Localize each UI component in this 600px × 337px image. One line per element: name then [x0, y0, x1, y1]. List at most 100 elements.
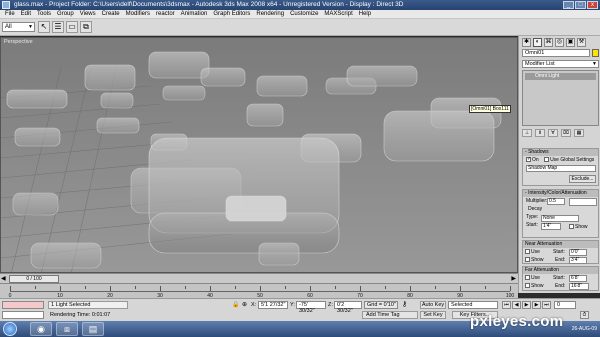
close-button[interactable]: x: [587, 1, 598, 9]
remove-modifier-icon[interactable]: ⌧: [561, 129, 571, 137]
create-tab-icon[interactable]: ✱: [522, 38, 531, 47]
far-start-spinner[interactable]: 6'8": [569, 275, 587, 282]
show-end-result-icon[interactable]: Ⅱ: [535, 129, 545, 137]
play-icon[interactable]: ▶: [522, 301, 531, 309]
goto-end-icon[interactable]: ⏭: [542, 301, 551, 309]
chrome-taskbar-icon[interactable]: ◉: [30, 322, 52, 336]
absolute-mode-icon[interactable]: ⊕: [242, 301, 247, 309]
frame-tick: [410, 286, 411, 291]
motion-tab-icon[interactable]: ◎: [555, 38, 564, 47]
modify-tab-icon[interactable]: ◐: [533, 38, 542, 47]
time-slider[interactable]: ◀ 0 / 100 ▶: [0, 273, 518, 283]
modifier-list-dropdown[interactable]: Modifier List ▼: [522, 60, 599, 68]
stack-item-omni-light[interactable]: Omni Light: [525, 73, 596, 80]
select-object-icon[interactable]: ↖: [38, 21, 50, 33]
set-key-button[interactable]: Set Key: [420, 311, 446, 319]
start-button[interactable]: [3, 322, 17, 336]
far-show-checkbox[interactable]: [525, 283, 530, 289]
frame-tick: [510, 286, 511, 291]
z-coordinate-field[interactable]: 0'2 30/32": [334, 301, 362, 314]
menu-animation[interactable]: Animation: [178, 10, 211, 18]
minimize-button[interactable]: _: [563, 1, 574, 9]
maxscript-output[interactable]: [2, 311, 44, 319]
menu-rendering[interactable]: Rendering: [253, 10, 287, 18]
frame-tick: [210, 286, 211, 291]
key-icon[interactable]: ⚷: [402, 301, 407, 309]
frame-tick: [260, 286, 261, 291]
prev-key-icon[interactable]: ◀: [512, 301, 521, 309]
frame-tick: [85, 286, 86, 289]
frame-ruler[interactable]: 0 10 20 30 40 50 60 70 80 90 100: [9, 286, 514, 299]
menu-reactor[interactable]: reactor: [153, 10, 178, 18]
add-time-tag-button[interactable]: Add Time Tag: [362, 311, 418, 319]
frame-tick: [460, 286, 461, 291]
rect-selection-region-icon[interactable]: ▭: [66, 21, 78, 33]
selection-status: 1 Light Selected: [48, 301, 128, 309]
menu-customize[interactable]: Customize: [287, 10, 321, 18]
shadows-on-checkbox[interactable]: ✓: [526, 157, 531, 163]
menu-help[interactable]: Help: [356, 10, 374, 18]
viewport-label[interactable]: Perspective: [4, 39, 33, 45]
maximize-button[interactable]: □: [575, 1, 586, 9]
intensity-rollout-header[interactable]: - Intensity/Color/Attenuation: [523, 190, 598, 197]
frame-tick: [285, 286, 286, 289]
menu-maxscript[interactable]: MAXScript: [321, 10, 355, 18]
near-show-checkbox[interactable]: [525, 257, 530, 263]
menu-file[interactable]: File: [2, 10, 18, 18]
decay-start-spinner[interactable]: 1'4": [541, 223, 561, 230]
display-tab-icon[interactable]: ▣: [566, 38, 575, 47]
goto-start-icon[interactable]: ⏮: [502, 301, 511, 309]
menu-group[interactable]: Group: [54, 10, 77, 18]
far-end-spinner[interactable]: 16'8": [569, 283, 589, 290]
x-coordinate-field[interactable]: 5'1 27/32": [258, 301, 288, 309]
frame-tick: [110, 286, 111, 291]
perspective-viewport[interactable]: Perspective [Omni01] Box111: [0, 37, 518, 273]
selection-filter-dropdown[interactable]: All ▼: [2, 22, 35, 32]
object-name-field[interactable]: Omni01: [522, 49, 590, 57]
menu-tools[interactable]: Tools: [34, 10, 54, 18]
3dsmax-taskbar-icon[interactable]: ⧈: [56, 322, 78, 336]
object-tooltip: [Omni01] Box111: [469, 105, 511, 113]
menu-modifiers[interactable]: Modifiers: [123, 10, 153, 18]
next-key-icon[interactable]: ▶: [532, 301, 541, 309]
near-attenuation-group: Near Attenuation Use Show Start: 0'0" En…: [522, 240, 599, 264]
glass-boxes: [6, 51, 502, 269]
shadows-rollout-header[interactable]: - Shadows: [523, 149, 598, 156]
maxscript-listener-input[interactable]: [2, 301, 44, 309]
time-config-icon[interactable]: ⏱: [580, 311, 589, 319]
menu-edit[interactable]: Edit: [18, 10, 34, 18]
make-unique-icon[interactable]: ∀: [548, 129, 558, 137]
prev-frame-icon[interactable]: ◀: [1, 275, 6, 282]
object-color-swatch[interactable]: [592, 49, 599, 57]
utilities-tab-icon[interactable]: ⚒: [577, 38, 586, 47]
y-coordinate-field[interactable]: -75' 30/32": [296, 301, 326, 314]
exclude-button[interactable]: Exclude...: [569, 175, 596, 183]
menu-create[interactable]: Create: [99, 10, 123, 18]
near-use-checkbox[interactable]: [525, 249, 530, 255]
configure-sets-icon[interactable]: ▦: [574, 129, 584, 137]
window-crossing-icon[interactable]: ⧉: [80, 21, 92, 33]
track-bar[interactable]: 0 10 20 30 40 50 60 70 80 90 100: [0, 283, 518, 299]
pin-stack-icon[interactable]: ⊥: [522, 129, 532, 137]
next-frame-icon[interactable]: ▶: [511, 275, 516, 282]
use-global-settings-checkbox[interactable]: [544, 157, 550, 163]
hierarchy-tab-icon[interactable]: ⌘: [544, 38, 553, 47]
current-frame-field[interactable]: 0: [554, 301, 576, 309]
menu-graph-editors[interactable]: Graph Editors: [210, 10, 253, 18]
time-slider-thumb[interactable]: 0 / 100: [9, 275, 59, 283]
tray-clock: 26-AUG-09: [571, 326, 597, 332]
explorer-taskbar-icon[interactable]: ▤: [82, 322, 104, 336]
frame-tick: [435, 286, 436, 289]
key-mode-dropdown[interactable]: Selected: [448, 301, 498, 309]
shadow-type-dropdown[interactable]: Shadow Map: [526, 165, 596, 172]
decay-show-checkbox[interactable]: [569, 224, 574, 230]
lock-selection-icon[interactable]: 🔒: [232, 301, 239, 309]
near-start-spinner[interactable]: 0'0": [569, 249, 587, 256]
far-use-checkbox[interactable]: [525, 275, 530, 281]
auto-key-button[interactable]: Auto Key: [420, 301, 446, 309]
frame-tick: [485, 286, 486, 289]
menu-views[interactable]: Views: [77, 10, 99, 18]
multiplier-spinner[interactable]: 0.5: [547, 198, 565, 205]
select-by-name-icon[interactable]: ☰: [52, 21, 64, 33]
near-end-spinner[interactable]: 3'4": [569, 257, 587, 264]
